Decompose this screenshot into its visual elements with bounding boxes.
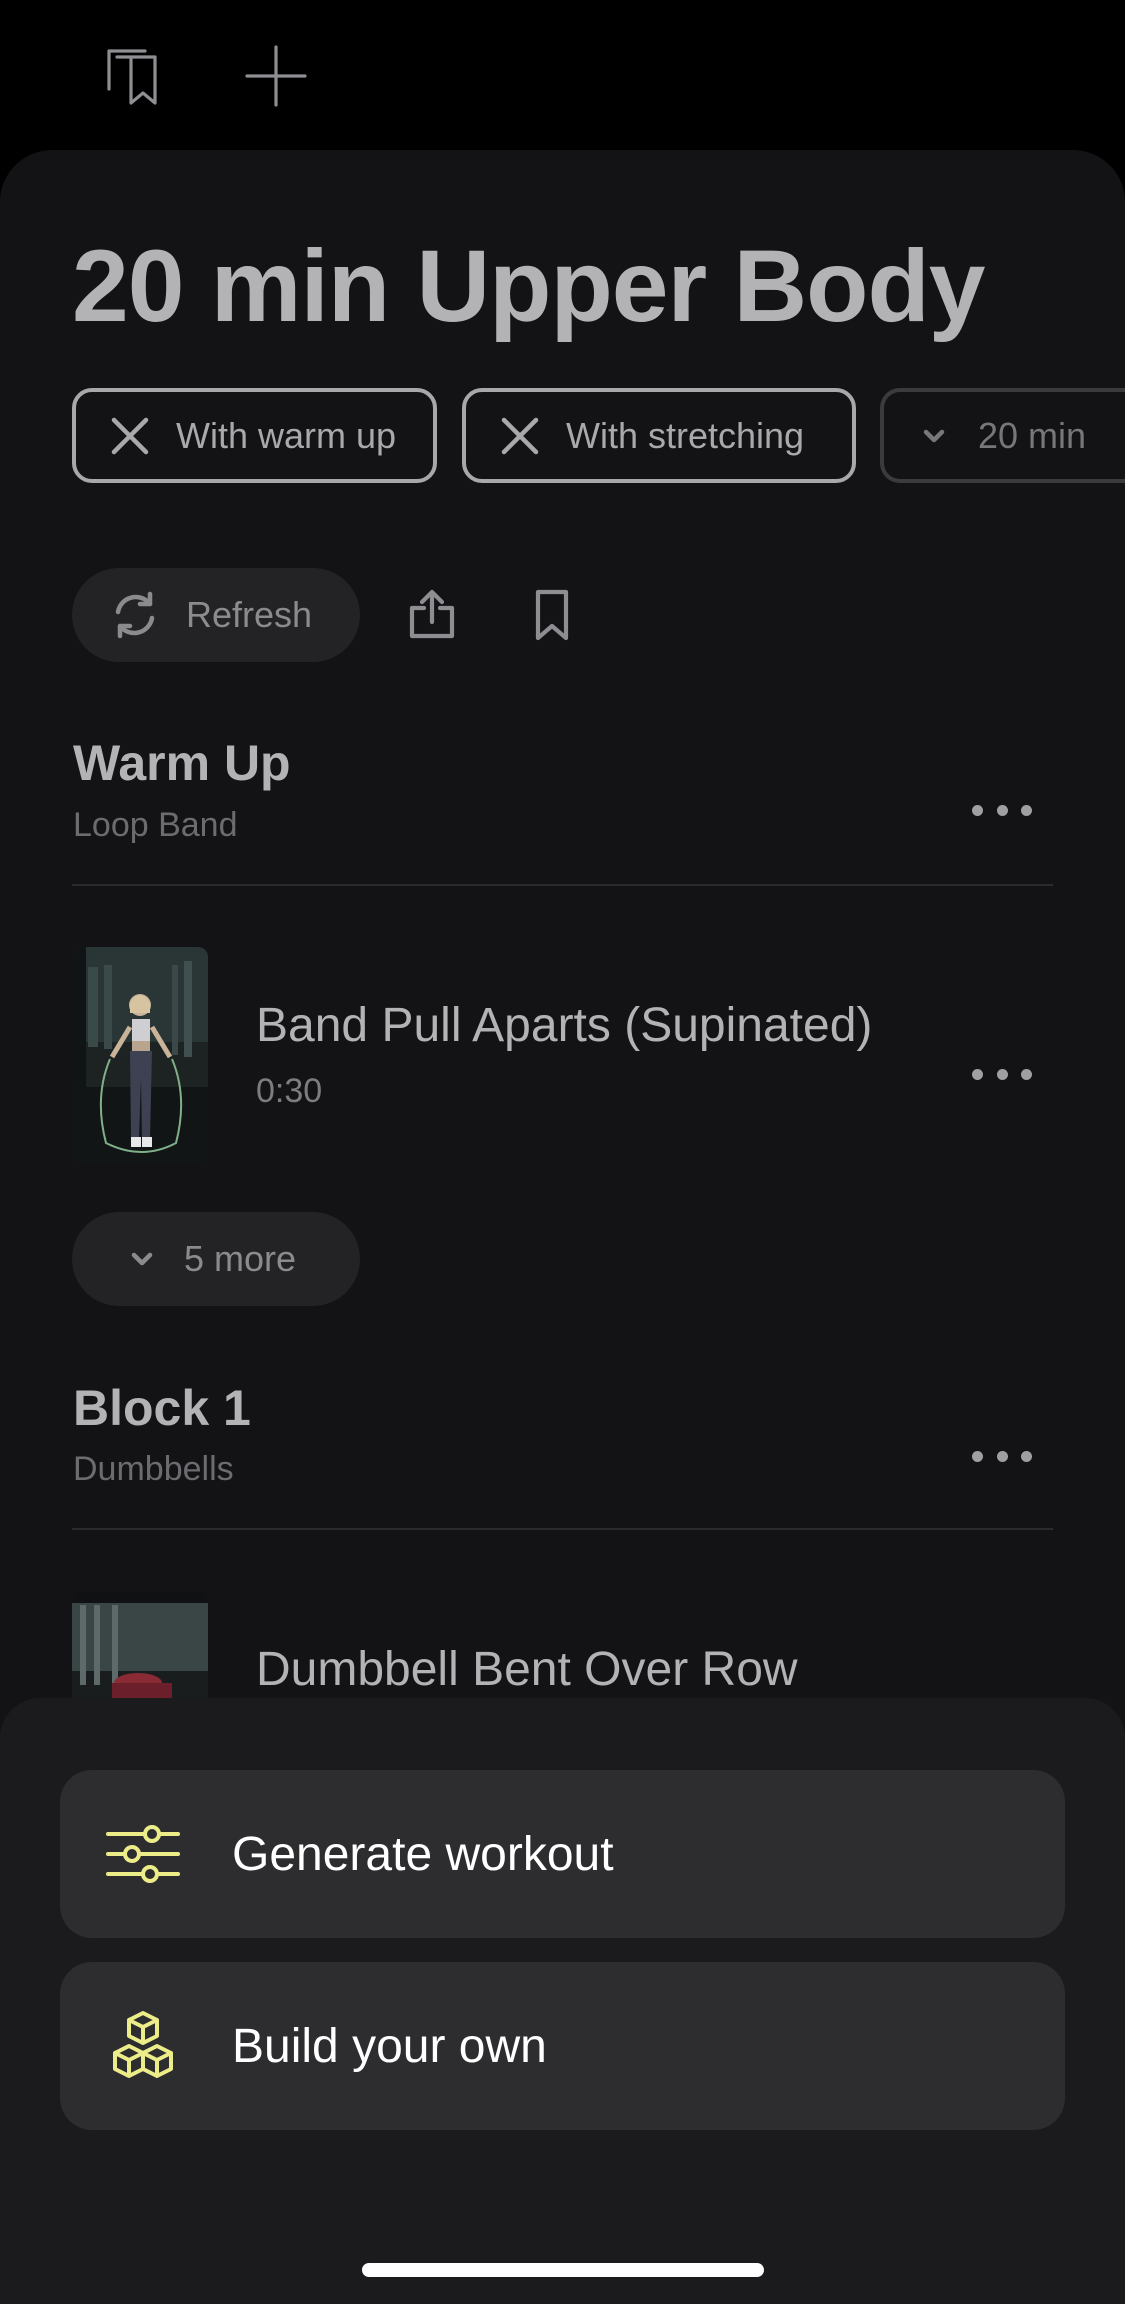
build-your-own-button[interactable]: Build your own	[60, 1962, 1065, 2130]
bookmark-button[interactable]	[517, 580, 587, 650]
generate-workout-label: Generate workout	[232, 1827, 614, 1881]
more-options-icon[interactable]	[972, 790, 1032, 830]
refresh-button[interactable]: Refresh	[72, 568, 360, 662]
share-button[interactable]	[397, 580, 467, 650]
exercise-duration: 0:30	[256, 1072, 323, 1110]
share-icon	[409, 589, 455, 639]
bottom-action-panel: Generate workout Build your own	[0, 1698, 1125, 2304]
chip-with-warm-up[interactable]: With warm up	[72, 388, 437, 483]
divider	[72, 884, 1053, 886]
section-equipment-warm-up: Loop Band	[73, 806, 238, 844]
exercise-name: Dumbbell Bent Over Row	[256, 1643, 798, 1696]
divider	[72, 1528, 1053, 1530]
bookmark-icon	[535, 589, 569, 641]
section-equipment-block-1: Dumbbells	[73, 1450, 234, 1488]
exercise-thumbnail[interactable]	[72, 947, 208, 1163]
chip-duration[interactable]: 20 min	[880, 388, 1125, 483]
chip-label: With stretching	[566, 414, 805, 456]
more-options-icon[interactable]	[972, 1054, 1032, 1094]
close-icon	[501, 417, 539, 454]
workout-title: 20 min Upper Body	[72, 229, 986, 343]
refresh-icon	[115, 591, 155, 639]
home-indicator	[362, 2263, 764, 2277]
generate-workout-button[interactable]: Generate workout	[60, 1770, 1065, 1938]
exercise-name: Band Pull Aparts (Supinated)	[256, 999, 873, 1052]
section-title-warm-up: Warm Up	[73, 735, 291, 791]
show-more-button[interactable]: 5 more	[72, 1212, 360, 1306]
sliders-icon	[104, 1815, 182, 1893]
show-more-label: 5 more	[184, 1238, 297, 1279]
chevron-down-icon	[131, 1252, 153, 1266]
chip-label: With warm up	[176, 414, 397, 456]
section-title-block-1: Block 1	[73, 1380, 251, 1436]
cubes-icon	[104, 2007, 182, 2085]
more-options-icon[interactable]	[972, 1436, 1032, 1476]
chip-label: 20 min	[978, 414, 1087, 456]
saved-workouts-icon[interactable]	[92, 36, 172, 116]
refresh-label: Refresh	[186, 594, 313, 635]
top-bar	[0, 0, 1125, 150]
build-your-own-label: Build your own	[232, 2019, 547, 2073]
chevron-down-icon	[923, 429, 945, 442]
plus-icon[interactable]	[236, 36, 316, 116]
chip-with-stretching[interactable]: With stretching	[462, 388, 856, 483]
close-icon	[111, 417, 149, 454]
